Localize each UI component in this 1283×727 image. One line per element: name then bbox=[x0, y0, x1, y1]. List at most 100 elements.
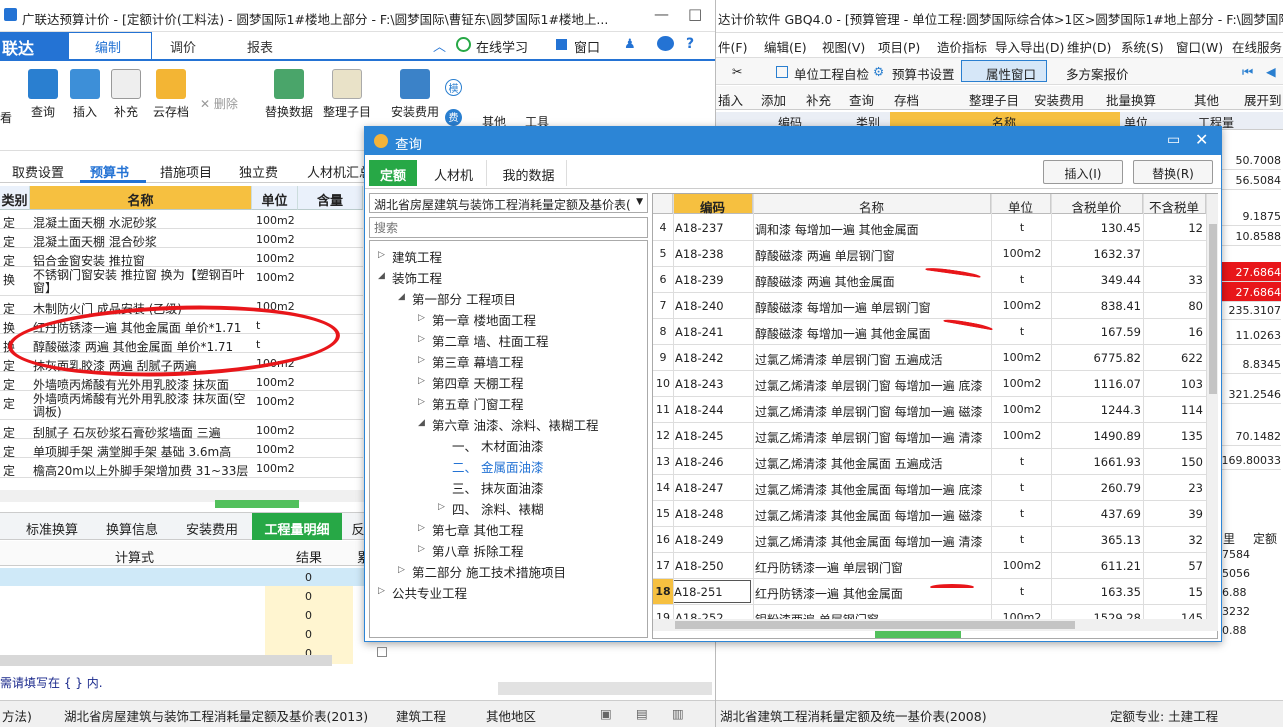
quantity-value[interactable]: 70.1482 bbox=[1221, 426, 1281, 446]
menu-file[interactable]: 件(F) bbox=[718, 37, 747, 56]
quota-row[interactable]: 13 A18-246 过氯乙烯清漆 其他金属面 五遍成活 t 1661.93 150 bbox=[653, 449, 1206, 475]
expanded-arrow-icon[interactable]: ◢ bbox=[398, 292, 405, 302]
th-code[interactable]: 编码 bbox=[673, 194, 753, 215]
grid-header-quantity[interactable]: 含量 bbox=[298, 186, 363, 210]
tab-standard-conversion[interactable]: 标准换算 bbox=[12, 513, 92, 540]
quantity-value[interactable]: 27.6864 bbox=[1221, 262, 1281, 282]
fee-small-button[interactable]: 费 bbox=[445, 109, 462, 126]
window-menu-button[interactable]: 窗口 bbox=[574, 37, 600, 56]
tree-node[interactable]: 第一章 楼地面工程 bbox=[432, 310, 536, 329]
tb-query[interactable]: 查询 bbox=[849, 90, 874, 109]
tree-node[interactable]: 第六章 油漆、涂料、裱糊工程 bbox=[432, 415, 598, 434]
tb-supplement[interactable]: 补充 bbox=[806, 90, 831, 109]
self-check-button[interactable]: 单位工程自检 bbox=[794, 64, 869, 83]
tab-fee-settings[interactable]: 取费设置 bbox=[12, 162, 64, 181]
insert-button[interactable]: 插入 bbox=[62, 69, 108, 120]
tree-node[interactable]: 二、 金属面油漆 bbox=[452, 457, 543, 476]
quota-row[interactable]: 4 A18-237 调和漆 每增加一遍 其他金属面 t 130.45 12 bbox=[653, 215, 1206, 241]
install-fee-button[interactable]: 安装费用 bbox=[388, 69, 442, 120]
budget-settings-button[interactable]: 预算书设置 bbox=[892, 64, 955, 83]
replace-data-button[interactable]: 替换数据 bbox=[262, 69, 316, 120]
quota-row[interactable]: 15 A18-248 过氯乙烯清漆 其他金属面 每增加一遍 磁漆 t 437.69 39 bbox=[653, 501, 1206, 527]
calc-hscrollbar[interactable] bbox=[0, 655, 332, 666]
menu-view[interactable]: 视图(V) bbox=[822, 37, 865, 56]
menu-edit[interactable]: 编辑(E) bbox=[764, 37, 807, 56]
online-learning-button[interactable]: 在线学习 bbox=[476, 37, 528, 56]
organize-items-button[interactable]: 整理子目 bbox=[320, 69, 374, 120]
collapsed-arrow-icon[interactable]: ▷ bbox=[418, 334, 425, 344]
collapsed-arrow-icon[interactable]: ▷ bbox=[418, 397, 425, 407]
collapsed-arrow-icon[interactable]: ▷ bbox=[418, 523, 425, 533]
search-input[interactable] bbox=[369, 217, 648, 238]
table-vscrollbar[interactable] bbox=[1206, 194, 1218, 619]
tree-node[interactable]: 公共专业工程 bbox=[392, 583, 467, 602]
property-window-button[interactable]: 属性窗口 bbox=[986, 64, 1036, 83]
tree-node[interactable]: 三、 抹灰面油漆 bbox=[452, 478, 543, 497]
grid-header-type[interactable]: 类别 bbox=[0, 186, 30, 210]
tab-measures[interactable]: 措施项目 bbox=[160, 162, 212, 181]
tree-node[interactable]: 第七章 其他工程 bbox=[432, 520, 523, 539]
menu-system[interactable]: 系统(S) bbox=[1121, 37, 1164, 56]
quota-row[interactable]: 11 A18-244 过氯乙烯清漆 单层钢门窗 每增加一遍 磁漆 100m2 1244.… bbox=[653, 397, 1206, 423]
tree-node[interactable]: 第五章 门窗工程 bbox=[432, 394, 523, 413]
tab-independent-fee[interactable]: 独立费 bbox=[239, 162, 278, 181]
menu-window[interactable]: 窗口(W) bbox=[1176, 37, 1223, 56]
prev-page-icon[interactable]: ◀ bbox=[1266, 64, 1276, 79]
user-icon[interactable]: ♟ bbox=[624, 37, 636, 52]
scissors-icon[interactable]: ✂ bbox=[732, 64, 742, 79]
quantity-value[interactable]: 321.2546 bbox=[1221, 384, 1281, 404]
quantity-value[interactable]: 56.5084 bbox=[1221, 170, 1281, 190]
template-small-button[interactable]: 模 bbox=[445, 79, 462, 96]
collapsed-arrow-icon[interactable]: ▷ bbox=[398, 565, 405, 575]
tab-my-data[interactable]: 我的数据 bbox=[491, 160, 567, 186]
expanded-arrow-icon[interactable]: ◢ bbox=[418, 418, 425, 428]
layout-icon-2[interactable]: ▤ bbox=[636, 706, 648, 721]
tab-tiaojia[interactable]: 调价 bbox=[170, 37, 196, 56]
tree-node[interactable]: 建筑工程 bbox=[392, 247, 442, 266]
table-splitter-handle[interactable] bbox=[875, 631, 961, 638]
tree-node[interactable]: 第八章 拆除工程 bbox=[432, 541, 523, 560]
menu-import-export[interactable]: 导入导出(D) bbox=[995, 37, 1064, 56]
expanded-arrow-icon[interactable]: ◢ bbox=[378, 271, 385, 281]
tb-expand[interactable]: 展开到 bbox=[1244, 90, 1282, 109]
quantity-value[interactable]: 27.6864 bbox=[1221, 282, 1281, 302]
th-unit[interactable]: 单位 bbox=[991, 194, 1051, 215]
quantity-value[interactable]: 11.0263 bbox=[1221, 325, 1281, 345]
tab-quota[interactable]: 定额 bbox=[369, 160, 417, 186]
tree-node[interactable]: 第四章 天棚工程 bbox=[432, 373, 523, 392]
quota-row[interactable]: 14 A18-247 过氯乙烯清漆 其他金属面 每增加一遍 底漆 t 260.79 23 bbox=[653, 475, 1206, 501]
first-page-icon[interactable]: ⏮ bbox=[1242, 64, 1253, 80]
splitter-handle[interactable] bbox=[215, 500, 299, 508]
chevron-up-icon[interactable]: ︿ bbox=[433, 36, 446, 55]
help-icon[interactable]: ? bbox=[686, 36, 694, 52]
assistant-icon[interactable] bbox=[657, 36, 674, 51]
quota-row[interactable]: 10 A18-243 过氯乙烯清漆 单层钢门窗 每增加一遍 底漆 100m2 1116.… bbox=[653, 371, 1206, 397]
tb-add[interactable]: 添加 bbox=[761, 90, 786, 109]
tree-checkbox[interactable] bbox=[377, 647, 387, 657]
tab-labor-material-summary[interactable]: 人材机汇总 bbox=[307, 162, 372, 181]
table-vscroll-thumb[interactable] bbox=[1209, 224, 1217, 394]
grid-row[interactable]: 定混凝土面天棚 混合砂浆 100m2 bbox=[0, 229, 363, 249]
delete-button[interactable]: ✕ 删除 bbox=[200, 95, 238, 112]
th-name[interactable]: 名称 bbox=[753, 194, 991, 215]
tb-other[interactable]: 其他 bbox=[1194, 90, 1219, 109]
menu-maintain[interactable]: 维护(D) bbox=[1067, 37, 1111, 56]
supplement-button[interactable]: 补充 bbox=[103, 69, 149, 120]
dialog-close-icon[interactable]: ✕ bbox=[1195, 130, 1208, 149]
cloud-archive-button[interactable]: 云存档 bbox=[148, 69, 194, 120]
restore-icon[interactable]: □ bbox=[688, 5, 702, 23]
replace-dialog-button[interactable]: 替换(R) bbox=[1133, 160, 1213, 184]
tab-bianzhi[interactable]: 编制 bbox=[95, 37, 121, 56]
grid-row[interactable]: 换 不锈钢门窗安装 推拉窗 换为【塑钢百叶窗】 100m2 bbox=[0, 267, 363, 296]
tree-node[interactable]: 第二章 墙、柱面工程 bbox=[432, 331, 548, 350]
quantity-value[interactable]: 9.1875 bbox=[1221, 206, 1281, 226]
th-net-price[interactable]: 不含税单 bbox=[1143, 194, 1206, 215]
quota-row[interactable]: 5 A18-238 醇酸磁漆 两遍 单层钢门窗 100m2 1632.37 bbox=[653, 241, 1206, 267]
multi-plan-button[interactable]: 多方案报价 bbox=[1066, 64, 1129, 83]
quota-row[interactable]: 18 A18-251 红丹防锈漆一遍 其他金属面 t 163.35 15 bbox=[653, 579, 1206, 605]
layout-icon-1[interactable]: ▣ bbox=[600, 706, 612, 721]
collapsed-arrow-icon[interactable]: ▷ bbox=[418, 355, 425, 365]
collapsed-arrow-icon[interactable]: ▷ bbox=[418, 313, 425, 323]
tab-install-fee[interactable]: 安装费用 bbox=[172, 513, 252, 540]
tab-quantity-detail[interactable]: 工程量明细 bbox=[252, 513, 342, 540]
